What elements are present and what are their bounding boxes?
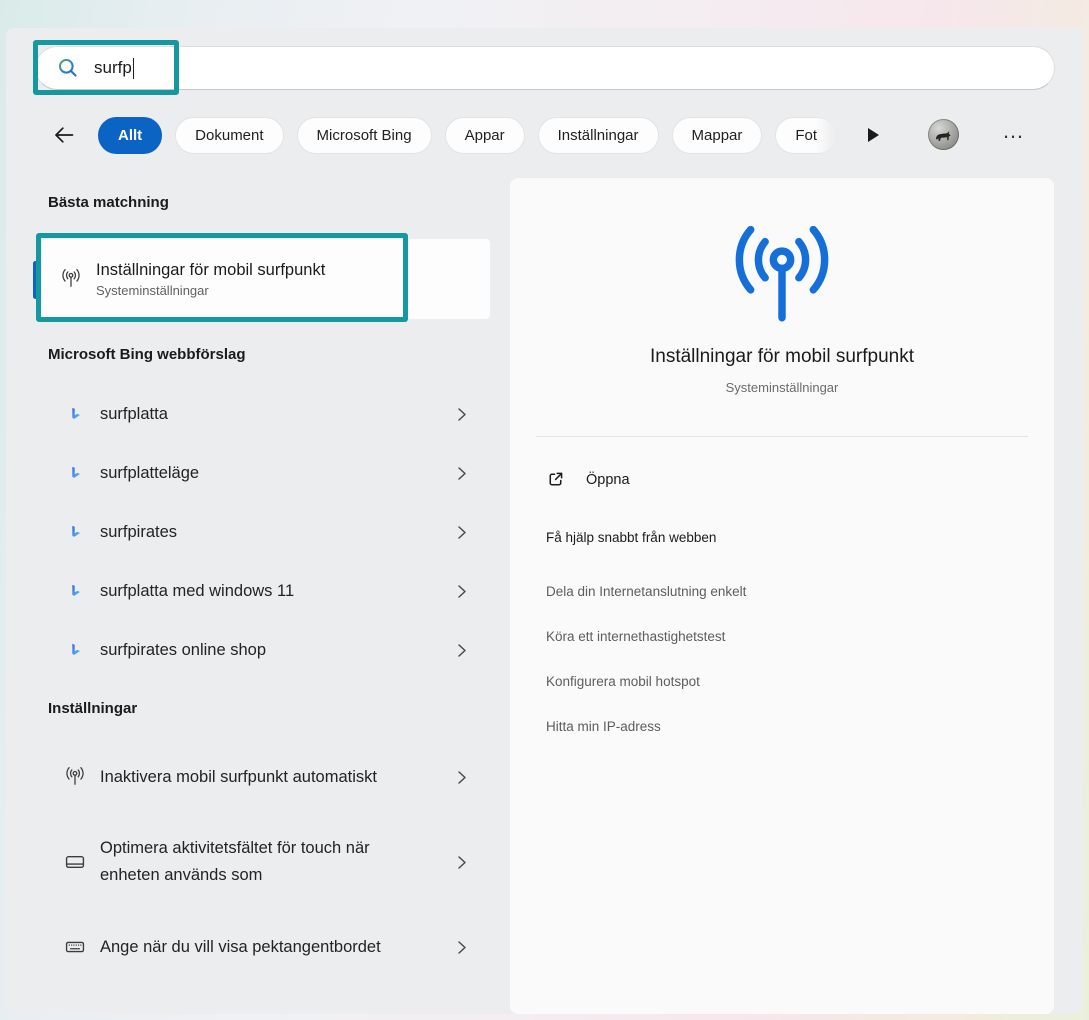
chevron-right-icon bbox=[457, 643, 468, 658]
tablet-icon bbox=[64, 851, 86, 873]
tabs-scroll-right-icon[interactable] bbox=[866, 127, 880, 143]
bing-suggestion-row[interactable]: surfpirates bbox=[42, 508, 494, 556]
tab-mappar[interactable]: Mappar bbox=[672, 117, 763, 154]
search-icon bbox=[56, 56, 80, 80]
user-avatar[interactable] bbox=[928, 119, 959, 150]
selection-indicator bbox=[33, 261, 38, 299]
web-help-header: Få hjälp snabbt från webben bbox=[546, 530, 716, 545]
open-external-icon bbox=[546, 470, 565, 489]
chevron-right-icon bbox=[457, 466, 468, 481]
bing-suggestion-row[interactable]: surfplatta med windows 11 bbox=[42, 567, 494, 615]
hotspot-icon bbox=[64, 767, 86, 787]
help-link[interactable]: Köra ett internethastighetstest bbox=[546, 629, 725, 644]
settings-result-label: Optimera aktivitetsfältet för touch när … bbox=[100, 835, 410, 889]
bing-suggestion-label: surfplatta bbox=[100, 401, 410, 428]
best-match-item[interactable]: Inställningar för mobil surfpunkt System… bbox=[42, 239, 490, 319]
hotspot-icon bbox=[60, 269, 82, 289]
tab-foton-clipped[interactable]: Fot bbox=[775, 117, 836, 154]
settings-result-row[interactable]: Ange när du vill visa pektangentbordet bbox=[42, 919, 494, 975]
bing-icon bbox=[64, 405, 86, 424]
search-query-text: surfp bbox=[94, 58, 132, 78]
filter-pills: Allt Dokument Microsoft Bing Appar Instä… bbox=[98, 117, 858, 154]
bing-suggestion-label: surfplatteläge bbox=[100, 460, 410, 487]
chevron-right-icon bbox=[457, 525, 468, 540]
bing-icon bbox=[64, 641, 86, 660]
more-options-icon[interactable]: … bbox=[1002, 116, 1025, 146]
chevron-right-icon bbox=[457, 407, 468, 422]
bing-suggestions-header: Microsoft Bing webbförslag bbox=[48, 346, 246, 363]
best-match-subtitle: Systeminställningar bbox=[96, 283, 325, 298]
back-arrow-icon[interactable] bbox=[49, 120, 79, 150]
open-action[interactable]: Öppna bbox=[546, 470, 630, 489]
filter-tabs-row: Allt Dokument Microsoft Bing Appar Instä… bbox=[35, 112, 1055, 158]
tab-installningar[interactable]: Inställningar bbox=[538, 117, 659, 154]
chevron-right-icon bbox=[457, 584, 468, 599]
tab-microsoft-bing[interactable]: Microsoft Bing bbox=[297, 117, 432, 154]
preview-subtitle: Systeminställningar bbox=[510, 380, 1054, 395]
tab-dokument[interactable]: Dokument bbox=[175, 117, 283, 154]
settings-result-label: Ange när du vill visa pektangentbordet bbox=[100, 934, 410, 961]
help-link[interactable]: Konfigurera mobil hotspot bbox=[546, 674, 700, 689]
bing-icon bbox=[64, 464, 86, 483]
touch-keyboard-icon bbox=[64, 936, 86, 958]
hotspot-icon-large bbox=[724, 226, 840, 337]
settings-result-row[interactable]: Optimera aktivitetsfältet för touch när … bbox=[42, 834, 494, 890]
chevron-right-icon bbox=[457, 940, 468, 955]
divider bbox=[536, 436, 1028, 437]
help-link[interactable]: Hitta min IP-adress bbox=[546, 719, 661, 734]
tab-appar[interactable]: Appar bbox=[445, 117, 525, 154]
bing-suggestion-row[interactable]: surfplatteläge bbox=[42, 449, 494, 497]
bing-icon bbox=[64, 523, 86, 542]
settings-result-label: Inaktivera mobil surfpunkt automatiskt bbox=[100, 764, 410, 791]
search-input[interactable]: surfp bbox=[35, 46, 1055, 90]
settings-section-header: Inställningar bbox=[48, 700, 137, 717]
bing-suggestion-row[interactable]: surfpirates online shop bbox=[42, 626, 494, 674]
bing-icon bbox=[64, 582, 86, 601]
tab-allt[interactable]: Allt bbox=[98, 117, 162, 154]
bing-suggestion-label: surfplatta med windows 11 bbox=[100, 578, 410, 605]
best-match-header: Bästa matchning bbox=[48, 194, 169, 211]
bing-suggestion-label: surfpirates online shop bbox=[100, 637, 410, 664]
text-caret bbox=[133, 58, 135, 79]
chevron-right-icon bbox=[457, 855, 468, 870]
settings-result-row[interactable]: Inaktivera mobil surfpunkt automatiskt bbox=[42, 749, 494, 805]
bing-suggestion-label: surfpirates bbox=[100, 519, 410, 546]
avatar-animal-silhouette bbox=[934, 128, 954, 142]
preview-panel: Inställningar för mobil surfpunkt System… bbox=[510, 178, 1054, 1014]
open-label: Öppna bbox=[586, 472, 630, 488]
help-link[interactable]: Dela din Internetanslutning enkelt bbox=[546, 584, 746, 599]
preview-title: Inställningar för mobil surfpunkt bbox=[510, 346, 1054, 368]
chevron-right-icon bbox=[457, 770, 468, 785]
best-match-title: Inställningar för mobil surfpunkt bbox=[96, 261, 325, 280]
search-window: surfp Allt Dokument Microsoft Bing Appar… bbox=[6, 28, 1083, 1014]
bing-suggestion-row[interactable]: surfplatta bbox=[42, 390, 494, 438]
